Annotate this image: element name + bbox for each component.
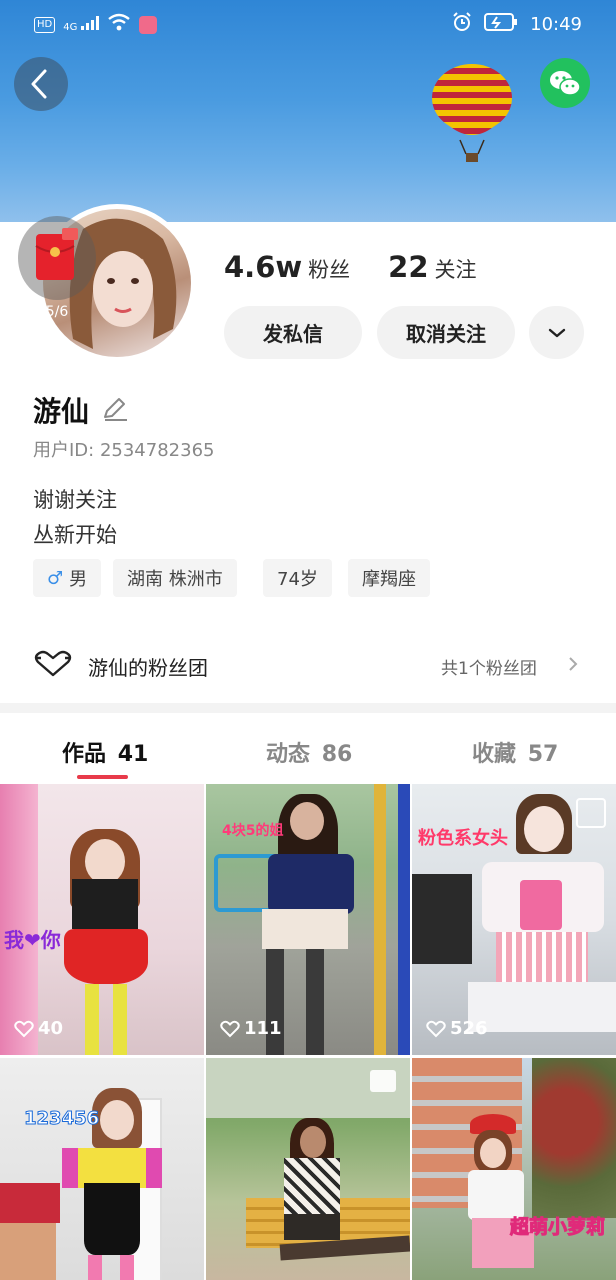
video-thumbnail[interactable]: 4块5的姐 111 [206, 784, 410, 1055]
battery-icon [484, 13, 518, 36]
unfollow-button[interactable]: 取消关注 [377, 306, 515, 359]
active-tab-indicator [77, 775, 128, 779]
profile-stats: 4.6w 粉丝 22 关注 [224, 250, 477, 284]
tab-favorites-label: 收藏 [472, 742, 517, 767]
like-count-value: 526 [450, 1018, 488, 1039]
profile-name: 游仙 [33, 395, 90, 428]
alarm-icon [452, 12, 472, 37]
gender-tag: ♂ 男 [33, 559, 102, 597]
app-notification-icon [138, 15, 157, 34]
fan-club-count: 共1个粉丝团 [441, 659, 537, 679]
hot-air-balloon-image [430, 62, 518, 170]
video-caption: 4块5的姐 [222, 823, 284, 839]
signal-icon: 4G [63, 16, 99, 33]
red-packet-icon [35, 228, 78, 280]
heart-icon [426, 1020, 446, 1037]
edit-name-icon[interactable] [101, 395, 129, 427]
wifi-icon [107, 13, 131, 36]
video-caption: 123456 [23, 1108, 100, 1130]
tab-works[interactable]: 作品 41 [62, 736, 148, 768]
more-options-button[interactable] [529, 306, 584, 359]
chevron-left-icon [31, 69, 47, 99]
video-caption: 粉色系女头 [418, 828, 508, 849]
video-thumbnail[interactable] [206, 1058, 410, 1280]
content-tabs: 作品 41 动态 86 收藏 57 [0, 716, 616, 782]
like-count: 526 [426, 1018, 488, 1039]
heart-badge-icon [34, 650, 72, 677]
red-packet-count: 5/6 [45, 304, 69, 320]
red-packet-button[interactable] [18, 216, 96, 300]
bio-line-1: 谢谢关注 [33, 488, 117, 512]
zodiac-tag: 摩羯座 [348, 559, 430, 597]
video-caption: 超萌小萝莉 [509, 1216, 606, 1239]
hd-icon: HD [34, 16, 56, 33]
fan-club-row[interactable]: 游仙的粉丝团 共1个粉丝团 [0, 630, 616, 700]
like-count-value: 40 [38, 1018, 64, 1039]
clock-time: 10:49 [530, 14, 582, 35]
fan-club-title: 游仙的粉丝团 [88, 656, 208, 680]
wechat-icon [550, 71, 581, 96]
location-tag: 湖南 株洲市 [113, 559, 237, 597]
status-bar: HD 4G 10:49 [0, 0, 616, 46]
tab-works-label: 作品 [62, 742, 107, 767]
tab-favorites-count: 57 [527, 742, 559, 767]
avatar-area: 5/6 [18, 204, 196, 362]
tab-favorites[interactable]: 收藏 57 [472, 736, 558, 768]
video-thumbnail[interactable]: 超萌小萝莉 [412, 1058, 616, 1280]
heart-icon [220, 1020, 240, 1037]
wechat-share-button[interactable] [540, 58, 590, 108]
tab-moments[interactable]: 动态 86 [266, 736, 352, 768]
tab-moments-count: 86 [321, 742, 353, 767]
tab-works-count: 41 [117, 742, 149, 767]
chevron-down-icon [548, 328, 565, 337]
heart-icon [14, 1020, 34, 1037]
like-count-value: 111 [244, 1018, 282, 1039]
male-icon: ♂ [47, 567, 64, 589]
video-thumbnail[interactable]: 123456 [0, 1058, 204, 1280]
like-count: 40 [14, 1018, 63, 1039]
following-count[interactable]: 22 [388, 250, 428, 284]
video-caption: 我❤你 [4, 928, 61, 952]
works-grid: 我❤你 40 4块5的姐 111 粉色系女头 526 123456 超萌小萝莉 [0, 784, 616, 1280]
gender-text: 男 [69, 569, 88, 590]
user-id: 用户ID: 2534782365 [33, 440, 215, 461]
fans-count[interactable]: 4.6w [224, 250, 302, 284]
chevron-right-icon [569, 657, 578, 671]
section-divider [0, 703, 616, 713]
photo-album-icon [370, 1070, 396, 1092]
tab-moments-label: 动态 [266, 742, 311, 767]
collection-icon [576, 798, 606, 828]
network-type: 4G [63, 22, 78, 33]
fans-label[interactable]: 粉丝 [308, 254, 350, 284]
video-thumbnail[interactable]: 粉色系女头 526 [412, 784, 616, 1055]
like-count: 111 [220, 1018, 282, 1039]
video-thumbnail[interactable]: 我❤你 40 [0, 784, 204, 1055]
bio-line-2: 丛新开始 [33, 523, 117, 547]
following-label[interactable]: 关注 [435, 254, 477, 284]
age-tag: 74岁 [263, 559, 332, 597]
send-message-button[interactable]: 发私信 [224, 306, 362, 359]
back-button[interactable] [14, 57, 68, 111]
